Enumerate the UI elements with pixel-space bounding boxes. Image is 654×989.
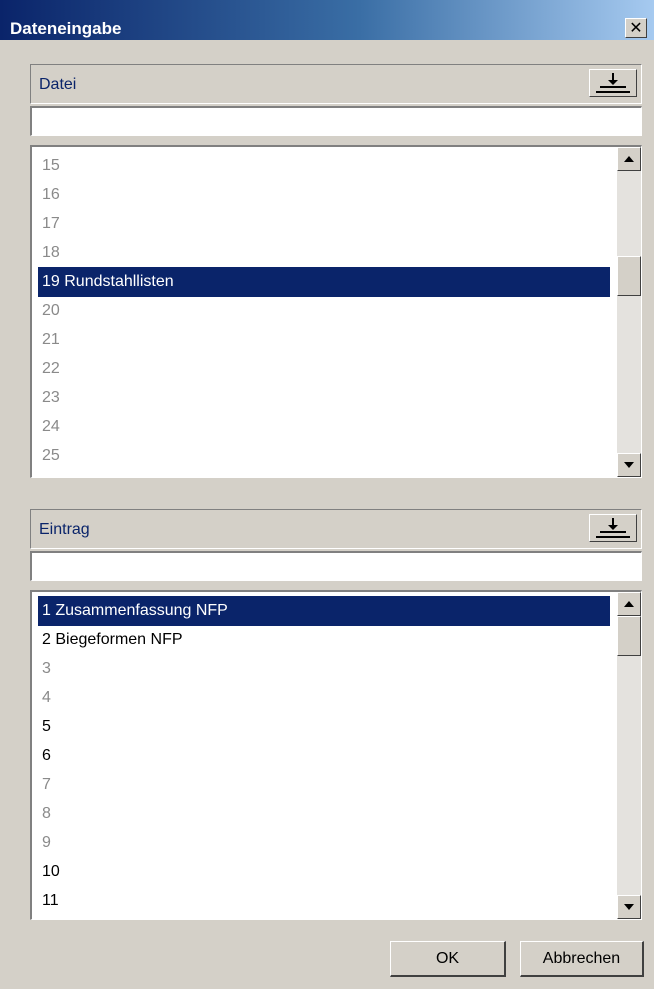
eintrag-label: Eintrag <box>39 521 90 538</box>
eintrag-scroll-down-button[interactable] <box>617 895 641 919</box>
datei-input[interactable] <box>30 106 642 136</box>
eintrag-scrollbar[interactable] <box>617 592 641 919</box>
close-icon: ✕ <box>629 18 643 37</box>
datei-scroll-thumb[interactable] <box>617 256 641 296</box>
list-item[interactable]: 6 <box>38 741 610 771</box>
list-item[interactable]: 25 <box>38 441 610 471</box>
close-button[interactable]: ✕ <box>625 18 647 38</box>
list-item[interactable]: 7 <box>38 770 610 800</box>
list-item[interactable]: 16 <box>38 180 610 210</box>
title-bar: Dateneingabe ✕ <box>0 0 654 40</box>
eintrag-listbox[interactable]: 1 Zusammenfassung NFP 2 Biegeformen NFP 3 4… <box>30 590 642 920</box>
window-title: Dateneingabe <box>10 19 122 38</box>
arrow-up-icon <box>624 601 634 607</box>
ok-button[interactable]: OK <box>390 941 506 977</box>
cancel-button[interactable]: Abbrechen <box>520 941 644 977</box>
list-item[interactable]: 8 <box>38 799 610 829</box>
arrow-down-icon <box>624 462 634 468</box>
arrow-down-icon <box>624 904 634 910</box>
dateneingabe-dialog: Dateneingabe ✕ Datei 15 16 17 18 19 Rundstah… <box>0 0 654 989</box>
eintrag-input[interactable] <box>30 551 642 581</box>
list-item[interactable]: 4 <box>38 683 610 713</box>
eintrag-scroll-thumb[interactable] <box>617 616 641 656</box>
datei-scroll-down-button[interactable] <box>617 453 641 477</box>
list-item[interactable]: 1 Zusammenfassung NFP <box>38 596 610 626</box>
import-arrow-icon <box>596 73 630 93</box>
list-item[interactable]: 21 <box>38 325 610 355</box>
datei-scroll-up-button[interactable] <box>617 147 641 171</box>
eintrag-scroll-up-button[interactable] <box>617 592 641 616</box>
list-item[interactable]: 23 <box>38 383 610 413</box>
cancel-button-label: Abbrechen <box>542 949 621 967</box>
list-item[interactable]: 20 <box>38 296 610 326</box>
datei-scrollbar[interactable] <box>617 147 641 477</box>
eintrag-import-button[interactable] <box>589 514 637 542</box>
arrow-up-icon <box>624 156 634 162</box>
list-item[interactable]: 24 <box>38 412 610 442</box>
ok-button-label: OK <box>435 949 460 967</box>
list-item[interactable]: 5 <box>38 712 610 742</box>
list-item[interactable]: 2 Biegeformen NFP <box>38 625 610 655</box>
datei-label: Datei <box>39 76 77 93</box>
datei-import-button[interactable] <box>589 69 637 97</box>
list-item[interactable]: 22 <box>38 354 610 384</box>
list-item[interactable]: 9 <box>38 828 610 858</box>
list-item[interactable]: 10 <box>38 857 610 887</box>
list-item[interactable]: 18 <box>38 238 610 268</box>
eintrag-section-header: Eintrag <box>30 509 642 549</box>
list-item[interactable]: 17 <box>38 209 610 239</box>
datei-section-header: Datei <box>30 64 642 104</box>
list-item[interactable]: 11 <box>38 886 610 916</box>
datei-listbox[interactable]: 15 16 17 18 19 Rundstahllisten 20 21 22 23 24 25 <box>30 145 642 478</box>
import-arrow-icon <box>596 518 630 538</box>
list-item[interactable]: 19 Rundstahllisten <box>38 267 610 297</box>
list-item[interactable]: 3 <box>38 654 610 684</box>
list-item[interactable]: 15 <box>38 151 610 181</box>
